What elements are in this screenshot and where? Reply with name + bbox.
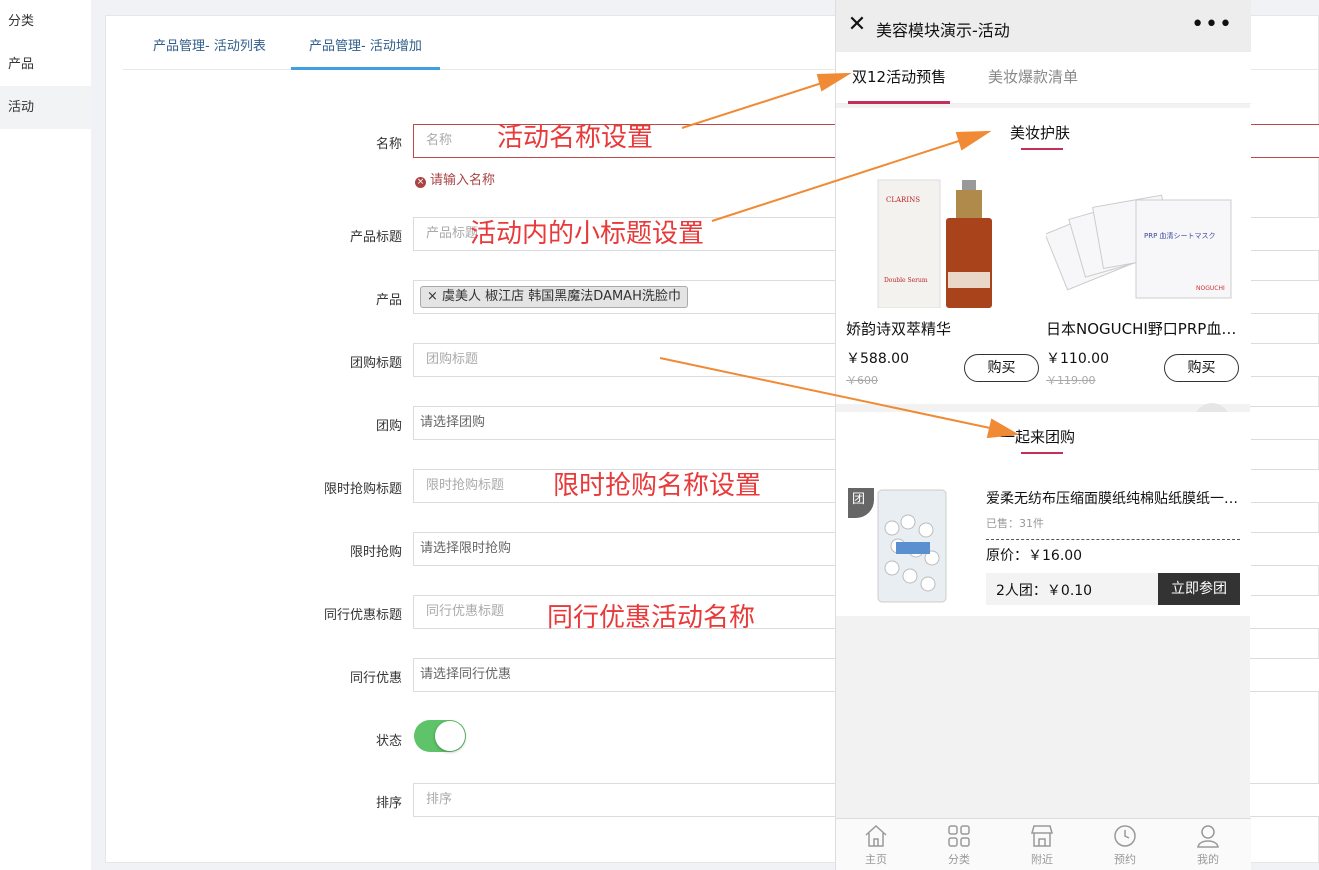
annotation-peer: 同行优惠活动名称 — [547, 603, 756, 633]
svg-text:Double Serum: Double Serum — [884, 277, 928, 284]
annotation-subtitle: 活动内的小标题设置 — [470, 219, 705, 249]
phone-header: ✕ 美容模块演示-活动 ••• — [836, 0, 1251, 52]
section-title-group-buy: 一起来团购 — [1000, 428, 1076, 446]
toggle-knob — [435, 721, 465, 751]
svg-text:PRP 血清シートマスク: PRP 血清シートマスク — [1144, 231, 1216, 240]
store-icon — [1031, 825, 1053, 847]
nav-label: 分类 — [948, 853, 970, 866]
phone-preview: ✕ 美容模块演示-活动 ••• 双12活动预售 美妆爆款清单 美妆护肤 CLAR… — [835, 0, 1251, 870]
group-price-bar: 2人团：￥0.10 立即参团 — [986, 573, 1240, 605]
flash-title-label: 限时抢购标题 — [323, 482, 402, 497]
nav-category[interactable]: 分类 — [929, 823, 989, 867]
bottom-nav: 主页 分类 附近 预约 我的 — [836, 818, 1251, 870]
sidebar-item-category[interactable]: 分类 — [0, 0, 91, 43]
flash-label: 限时抢购 — [349, 545, 402, 560]
name-error: × 请输入名称 — [415, 169, 495, 188]
more-icon[interactable]: ••• — [1191, 12, 1233, 37]
product-price: ￥588.00 — [846, 351, 909, 367]
divider — [986, 539, 1240, 540]
phone-tab-presale[interactable]: 双12活动预售 — [852, 66, 946, 87]
group-title-label: 团购标题 — [349, 356, 402, 371]
phone-tab-bar: 双12活动预售 美妆爆款清单 — [836, 52, 1251, 104]
home-icon — [865, 824, 887, 847]
nav-nearby[interactable]: 附近 — [1012, 823, 1072, 867]
grid-icon — [948, 825, 970, 847]
group-label: 团购 — [375, 419, 402, 434]
nav-label: 预约 — [1114, 853, 1136, 866]
nav-home[interactable]: 主页 — [846, 823, 906, 867]
phone-title: 美容模块演示-活动 — [876, 21, 1010, 40]
group-item-sold: 已售：31件 — [986, 517, 1044, 530]
clock-icon — [1114, 825, 1136, 847]
section-underline — [1021, 148, 1063, 150]
buy-button[interactable]: 购买 — [1164, 354, 1239, 382]
section-title-skincare: 美妆护肤 — [1010, 124, 1071, 142]
user-icon — [1197, 825, 1219, 848]
peer-title-label: 同行优惠标题 — [323, 608, 402, 623]
status-label: 状态 — [375, 734, 402, 749]
status-toggle[interactable] — [414, 720, 466, 752]
sidebar-item-product[interactable]: 产品 — [0, 43, 91, 86]
phone-tab-indicator — [848, 101, 950, 104]
sort-label: 排序 — [375, 796, 402, 811]
svg-text:CLARINS: CLARINS — [886, 196, 920, 204]
nav-mine[interactable]: 我的 — [1178, 823, 1238, 867]
nav-booking[interactable]: 预约 — [1095, 823, 1155, 867]
product-tag[interactable]: × 虞美人 椒江店 韩国黑魔法DAMAH洗脸巾 — [420, 286, 688, 308]
svg-text:NOGUCHI: NOGUCHI — [1196, 285, 1225, 292]
product-name[interactable]: 娇韵诗双萃精华 — [846, 318, 1036, 339]
close-icon[interactable]: ✕ — [846, 14, 868, 36]
product-image-mask[interactable]: PRP 血清シートマスク NOGUCHI — [1046, 180, 1236, 308]
section-skincare: 美妆护肤 CLARINS Double Serum 娇韵诗双萃精华 ￥588.0… — [836, 108, 1251, 404]
name-error-text: 请输入名称 — [430, 173, 496, 188]
product-title-label: 产品标题 — [349, 230, 402, 245]
product-name[interactable]: 日本NOGUCHI野口PRP血清面膜 — [1046, 318, 1242, 339]
sidebar: 分类 产品 活动 — [0, 0, 91, 870]
tab-activity-list[interactable]: 产品管理- 活动列表 — [135, 24, 284, 70]
peer-label: 同行优惠 — [349, 671, 402, 686]
sidebar-item-activity[interactable]: 活动 — [0, 86, 91, 129]
product-label: 产品 — [375, 293, 402, 308]
section-underline — [1021, 452, 1063, 454]
annotation-flash: 限时抢购名称设置 — [553, 471, 762, 501]
product-price: ￥110.00 — [1046, 351, 1109, 367]
product-old-price: ￥119.00 — [1046, 374, 1096, 387]
nav-label: 我的 — [1197, 853, 1219, 866]
group-price: 2人团：￥0.10 — [996, 583, 1093, 599]
join-group-button[interactable]: 立即参团 — [1158, 573, 1240, 605]
group-item-orig-price: 原价：￥16.00 — [986, 548, 1083, 564]
phone-tab-hot-list[interactable]: 美妆爆款清单 — [988, 66, 1078, 87]
annotation-name: 活动名称设置 — [497, 123, 654, 153]
tab-activity-add[interactable]: 产品管理- 活动增加 — [291, 24, 440, 70]
nav-label: 附近 — [1031, 853, 1053, 866]
group-item-name[interactable]: 爱柔无纺布压缩面膜纸纯棉贴纸膜纸一次性 — [986, 488, 1241, 508]
product-old-price: ￥600 — [846, 374, 878, 387]
product-image-cotton[interactable] — [876, 488, 948, 604]
name-label: 名称 — [375, 137, 402, 152]
error-icon: × — [415, 177, 426, 188]
buy-button[interactable]: 购买 — [964, 354, 1039, 382]
product-image-serum[interactable]: CLARINS Double Serum — [876, 176, 996, 308]
nav-label: 主页 — [865, 853, 887, 866]
